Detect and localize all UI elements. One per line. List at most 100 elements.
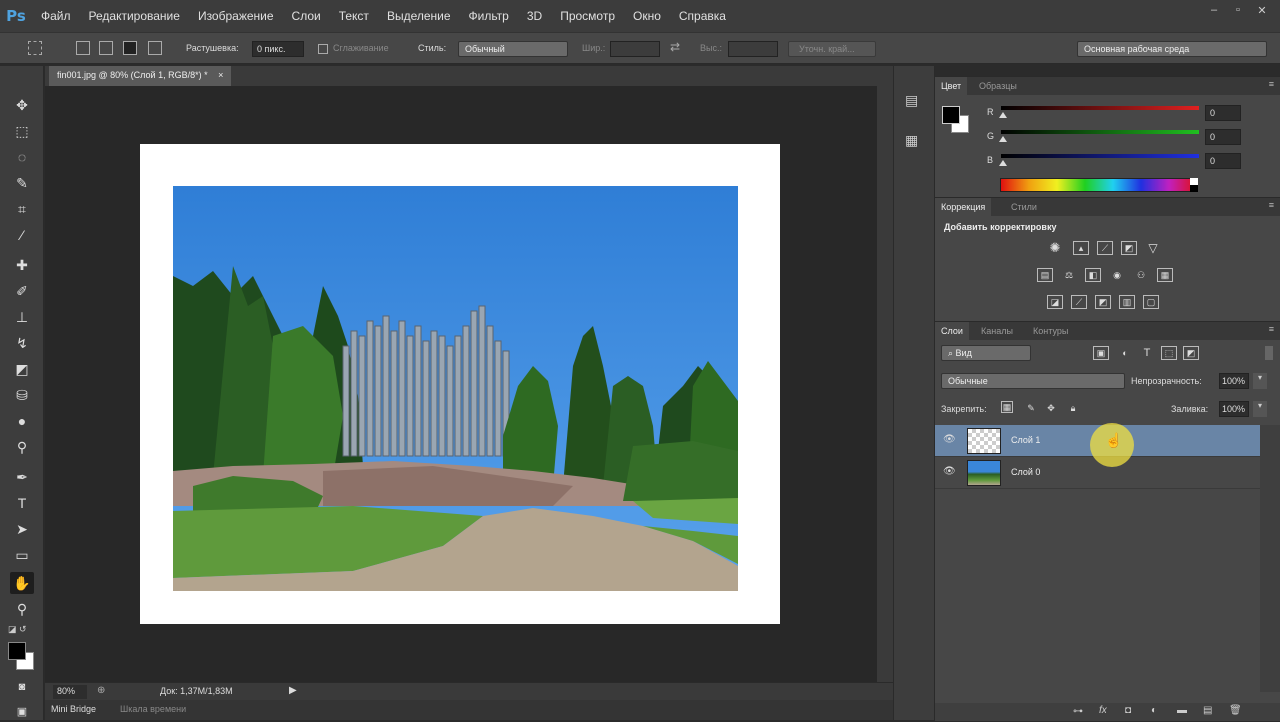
panel-menu-icon[interactable]: ≡: [1269, 200, 1274, 210]
lasso-tool-icon[interactable]: ◌: [10, 146, 34, 168]
filter-toggle[interactable]: [1265, 346, 1273, 360]
menu-item-8[interactable]: Просмотр: [551, 0, 624, 32]
feather-field[interactable]: 0 пикс.: [252, 41, 304, 57]
link-layers-icon[interactable]: ⊶: [1073, 706, 1083, 717]
tab-timeline[interactable]: Шкала времени: [120, 704, 186, 714]
g-slider-thumb[interactable]: [999, 136, 1007, 142]
b-slider[interactable]: [1001, 154, 1199, 158]
properties-panel-icon[interactable]: ▦: [905, 132, 918, 149]
tab-color[interactable]: Цвет: [935, 77, 968, 95]
tab-layers[interactable]: Слои: [935, 322, 969, 340]
opacity-field[interactable]: 100%: [1219, 373, 1249, 389]
threshold-adjust-icon[interactable]: ◩: [1095, 295, 1111, 309]
visibility-eye-icon[interactable]: 👁︎: [943, 466, 956, 477]
eyedropper-tool-icon[interactable]: ⁄: [10, 224, 34, 246]
curves-adjust-icon[interactable]: ⟋: [1097, 241, 1113, 255]
photo-filter-adjust-icon[interactable]: ◉: [1109, 268, 1125, 282]
tab-mini-bridge[interactable]: Mini Bridge: [51, 704, 96, 714]
r-slider[interactable]: [1001, 106, 1199, 110]
delete-layer-icon[interactable]: 🗑︎: [1229, 705, 1242, 716]
lock-pixels-icon[interactable]: ✎: [1023, 401, 1039, 415]
menu-item-4[interactable]: Текст: [330, 0, 378, 32]
layer-mask-icon[interactable]: ◘: [1125, 705, 1131, 716]
r-slider-thumb[interactable]: [999, 112, 1007, 118]
hand-tool-icon[interactable]: ✋: [10, 572, 34, 594]
layer-filter-select[interactable]: ⌕ Вид: [941, 345, 1031, 361]
channel-mixer-adjust-icon[interactable]: ⚇: [1133, 268, 1149, 282]
healing-brush-tool-icon[interactable]: ✚: [10, 254, 34, 276]
subtract-selection-icon[interactable]: [123, 41, 137, 55]
hue-sat-adjust-icon[interactable]: ▤: [1037, 268, 1053, 282]
layer-style-icon[interactable]: fx: [1099, 705, 1107, 716]
default-colors-icon[interactable]: ◪ ↺: [8, 624, 27, 635]
zoom-tool-icon[interactable]: ⚲: [10, 598, 34, 620]
lock-transparent-icon[interactable]: ▦: [1001, 401, 1013, 413]
refine-edge-button[interactable]: Уточн. край...: [788, 41, 876, 57]
color-fg-swatch[interactable]: [942, 106, 960, 124]
spectrum-white[interactable]: [1190, 178, 1198, 185]
dodge-tool-icon[interactable]: ⚲: [10, 436, 34, 458]
vibrance-adjust-icon[interactable]: ▽: [1145, 241, 1161, 255]
status-info-icon[interactable]: ⊕: [97, 685, 105, 696]
menu-item-10[interactable]: Справка: [670, 0, 735, 32]
filter-adjustment-icon[interactable]: ◐: [1117, 346, 1133, 360]
document-tab-close[interactable]: ×: [218, 70, 223, 80]
spectrum-black[interactable]: [1190, 185, 1198, 192]
new-group-icon[interactable]: ▬: [1177, 705, 1187, 716]
lock-all-icon[interactable]: 🔒︎: [1065, 401, 1081, 415]
path-select-tool-icon[interactable]: ➤: [10, 518, 34, 540]
height-field[interactable]: [728, 41, 778, 57]
fill-dropdown-icon[interactable]: ▾: [1253, 401, 1267, 417]
filter-smart-object-icon[interactable]: ◩: [1183, 346, 1199, 360]
screen-mode-icon[interactable]: ▣: [10, 700, 34, 722]
blend-mode-select[interactable]: Обычные: [941, 373, 1125, 389]
bw-adjust-icon[interactable]: ◧: [1085, 268, 1101, 282]
history-brush-tool-icon[interactable]: ↯: [10, 332, 34, 354]
layers-scrollbar[interactable]: [1260, 425, 1280, 692]
menu-item-9[interactable]: Окно: [624, 0, 670, 32]
g-value[interactable]: 0: [1205, 129, 1241, 145]
b-slider-thumb[interactable]: [999, 160, 1007, 166]
menu-item-2[interactable]: Изображение: [189, 0, 283, 32]
menu-item-3[interactable]: Слои: [283, 0, 330, 32]
color-balance-adjust-icon[interactable]: ⚖: [1061, 268, 1077, 282]
paint-bucket-tool-icon[interactable]: ⛁: [10, 384, 34, 406]
quick-select-tool-icon[interactable]: ✎: [10, 172, 34, 194]
eraser-tool-icon[interactable]: ◩: [10, 358, 34, 380]
filter-pixel-icon[interactable]: ▣: [1093, 346, 1109, 360]
g-slider[interactable]: [1001, 130, 1199, 134]
status-menu-arrow-icon[interactable]: ▶: [289, 685, 297, 696]
posterize-adjust-icon[interactable]: ⟋: [1071, 295, 1087, 309]
new-adjustment-layer-icon[interactable]: ◐: [1151, 705, 1157, 716]
restore-button[interactable]: ▫: [1226, 0, 1250, 20]
tab-adjustments[interactable]: Коррекция: [935, 198, 992, 216]
opacity-dropdown-icon[interactable]: ▾: [1253, 373, 1267, 389]
color-spectrum-bar[interactable]: [1000, 178, 1198, 192]
foreground-color-swatch[interactable]: [8, 642, 26, 660]
filter-shape-icon[interactable]: ⬚: [1161, 346, 1177, 360]
close-button[interactable]: ✕: [1250, 0, 1274, 20]
width-field[interactable]: [610, 41, 660, 57]
gradient-map-adjust-icon[interactable]: ▥: [1119, 295, 1135, 309]
panel-menu-icon[interactable]: ≡: [1269, 324, 1274, 334]
lock-position-icon[interactable]: ✥: [1043, 401, 1059, 415]
invert-adjust-icon[interactable]: ◪: [1047, 295, 1063, 309]
b-value[interactable]: 0: [1205, 153, 1241, 169]
rect-marquee-icon[interactable]: [28, 41, 42, 55]
tab-channels[interactable]: Каналы: [975, 322, 1019, 340]
marquee-tool-icon[interactable]: ⬚: [10, 120, 34, 142]
color-lookup-adjust-icon[interactable]: ▦: [1157, 268, 1173, 282]
workspace-select[interactable]: Основная рабочая среда: [1077, 41, 1267, 57]
menu-item-0[interactable]: Файл: [32, 0, 80, 32]
tab-styles[interactable]: Стили: [1005, 198, 1043, 216]
style-select[interactable]: Обычный: [458, 41, 568, 57]
menu-item-6[interactable]: Фильтр: [460, 0, 518, 32]
brightness-adjust-icon[interactable]: ✺: [1047, 240, 1063, 255]
filter-type-icon[interactable]: T: [1139, 346, 1155, 360]
add-selection-icon[interactable]: [99, 41, 113, 55]
swap-icon[interactable]: ⇄: [670, 40, 680, 54]
brush-tool-icon[interactable]: ✐: [10, 280, 34, 302]
crop-tool-icon[interactable]: ⌗: [10, 198, 34, 220]
tab-paths[interactable]: Контуры: [1027, 322, 1074, 340]
type-tool-icon[interactable]: T: [10, 492, 34, 514]
